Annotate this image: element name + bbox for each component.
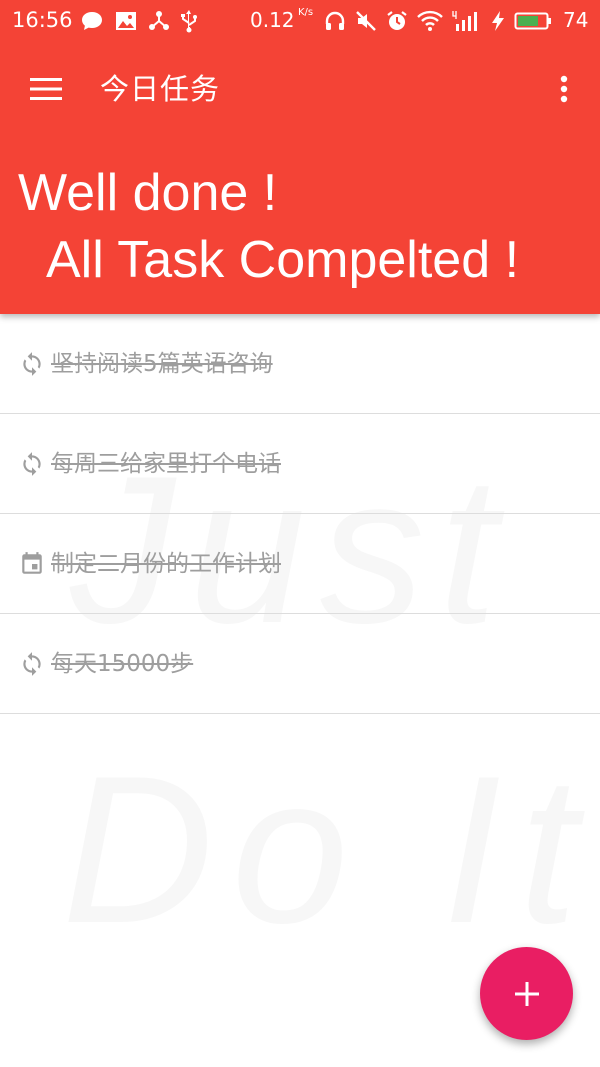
signal-4g-icon <box>452 10 482 32</box>
headphones-icon <box>324 10 346 32</box>
app-header: 16:56 0.12 K/s 74 今日任务 Well done ! All T… <box>0 0 600 314</box>
status-right-icons <box>324 8 552 34</box>
repeat-icon <box>19 350 45 378</box>
task-item[interactable]: 每周三给家里打个电话 <box>0 414 600 514</box>
status-left-icons <box>80 8 198 34</box>
status-bar: 16:56 0.12 K/s 74 <box>0 0 600 42</box>
status-time: 16:56 <box>12 8 73 32</box>
task-item[interactable]: 坚持阅读5篇英语咨询 <box>0 314 600 414</box>
menu-button[interactable] <box>16 65 76 113</box>
task-text: 每周三给家里打个电话 <box>51 451 281 477</box>
menu-icon <box>30 77 62 101</box>
repeat-icon <box>19 450 45 478</box>
watermark-do-it: Do It <box>62 732 596 967</box>
task-item[interactable]: 制定二月份的工作计划 <box>0 514 600 614</box>
toolbar-title: 今日任务 <box>100 72 221 106</box>
share-icon <box>148 10 170 32</box>
calendar-icon <box>19 550 45 578</box>
headline-well-done: Well done ! <box>18 164 278 222</box>
toolbar: 今日任务 <box>0 42 600 136</box>
battery-icon <box>514 10 552 32</box>
wifi-icon <box>417 10 443 32</box>
more-vert-icon <box>560 75 568 103</box>
plus-icon <box>514 981 540 1007</box>
headline-all-completed: All Task Compelted ! <box>46 231 520 289</box>
task-text: 每天15000步 <box>51 651 194 677</box>
status-battery-level: 74 <box>563 8 589 32</box>
charging-icon <box>491 10 505 32</box>
chat-icon <box>80 10 104 32</box>
image-icon <box>114 10 138 32</box>
repeat-icon <box>19 650 45 678</box>
overflow-menu-button[interactable] <box>540 65 588 113</box>
task-list: 坚持阅读5篇英语咨询 每周三给家里打个电话 制定二月份的工作计划 每天15000… <box>0 314 600 714</box>
task-text: 坚持阅读5篇英语咨询 <box>51 351 273 377</box>
task-text: 制定二月份的工作计划 <box>51 551 281 577</box>
task-item[interactable]: 每天15000步 <box>0 614 600 714</box>
usb-icon <box>180 9 198 33</box>
mute-icon <box>355 10 377 32</box>
status-net-speed: 0.12 <box>250 8 295 32</box>
add-task-button[interactable] <box>480 947 573 1040</box>
status-net-speed-unit: K/s <box>298 7 314 18</box>
alarm-icon <box>386 10 408 32</box>
